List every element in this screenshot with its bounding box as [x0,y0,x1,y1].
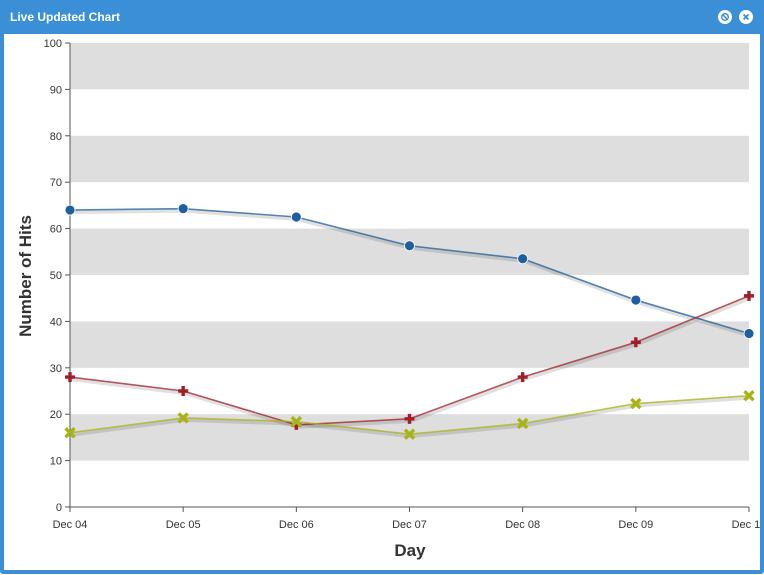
data-point-circle [290,211,302,223]
x-tick-label: Dec 08 [505,519,540,531]
grid-band [70,321,749,368]
line-chart: 0102030405060708090100 Dec 04 Dec 05 Dec 0… [16,38,764,560]
y-axis-label: Number of Hits [16,215,35,337]
data-point-circle [404,240,415,252]
data-point-circle [177,203,189,215]
grid-bands [70,43,749,461]
grid-band [70,43,749,90]
x-tick-label: Dec 07 [392,519,427,531]
close-icon[interactable] [739,10,753,24]
x-tick-label: Dec 09 [618,519,653,531]
y-tick-label: 100 [44,38,62,50]
y-tick-label: 50 [50,270,62,282]
data-point-circle [630,294,642,306]
data-point-circle [743,328,755,339]
window-title: Live Updated Chart [10,10,121,24]
chart-window: Live Updated Chart 0 10 20 30 40 50 60 70 80 90 10… [0,0,764,574]
y-tick-label: 0 [56,502,62,514]
y-tick-label: 20 [50,409,62,421]
y-tick-label: 10 [50,456,62,468]
x-tick-label: Dec 05 [166,519,201,531]
y-tick-label: 70 [50,177,62,189]
y-tick-label: 80 [50,131,62,143]
y-tick-label: 90 [50,84,62,96]
y-axis: 0 10 20 30 40 50 60 70 80 90 100 [44,38,71,514]
data-point-circle [517,253,529,265]
grid-band [70,228,749,275]
data-point-circle [64,204,76,216]
x-tick-label: Dec 04 [53,519,88,531]
x-tick-label: Dec 10 [732,519,760,531]
x-axis: Dec 04 Dec 05 Dec 06 Dec 07 Dec 08 Dec 09 Dec … [53,506,764,531]
x-axis-label: Day [394,541,426,560]
minimize-icon[interactable] [718,10,732,24]
grid-band [70,135,749,183]
chart-area: 0 10 20 30 40 50 60 70 80 90 100 Dec 04 Dec 05 Dec 0… [4,34,764,570]
window-titlebar[interactable]: Live Updated Chart [0,0,764,34]
y-tick-label: 30 [50,363,62,375]
x-tick-label: Dec 06 [279,519,314,531]
y-tick-label: 40 [50,316,62,328]
y-tick-label: 60 [50,224,62,236]
